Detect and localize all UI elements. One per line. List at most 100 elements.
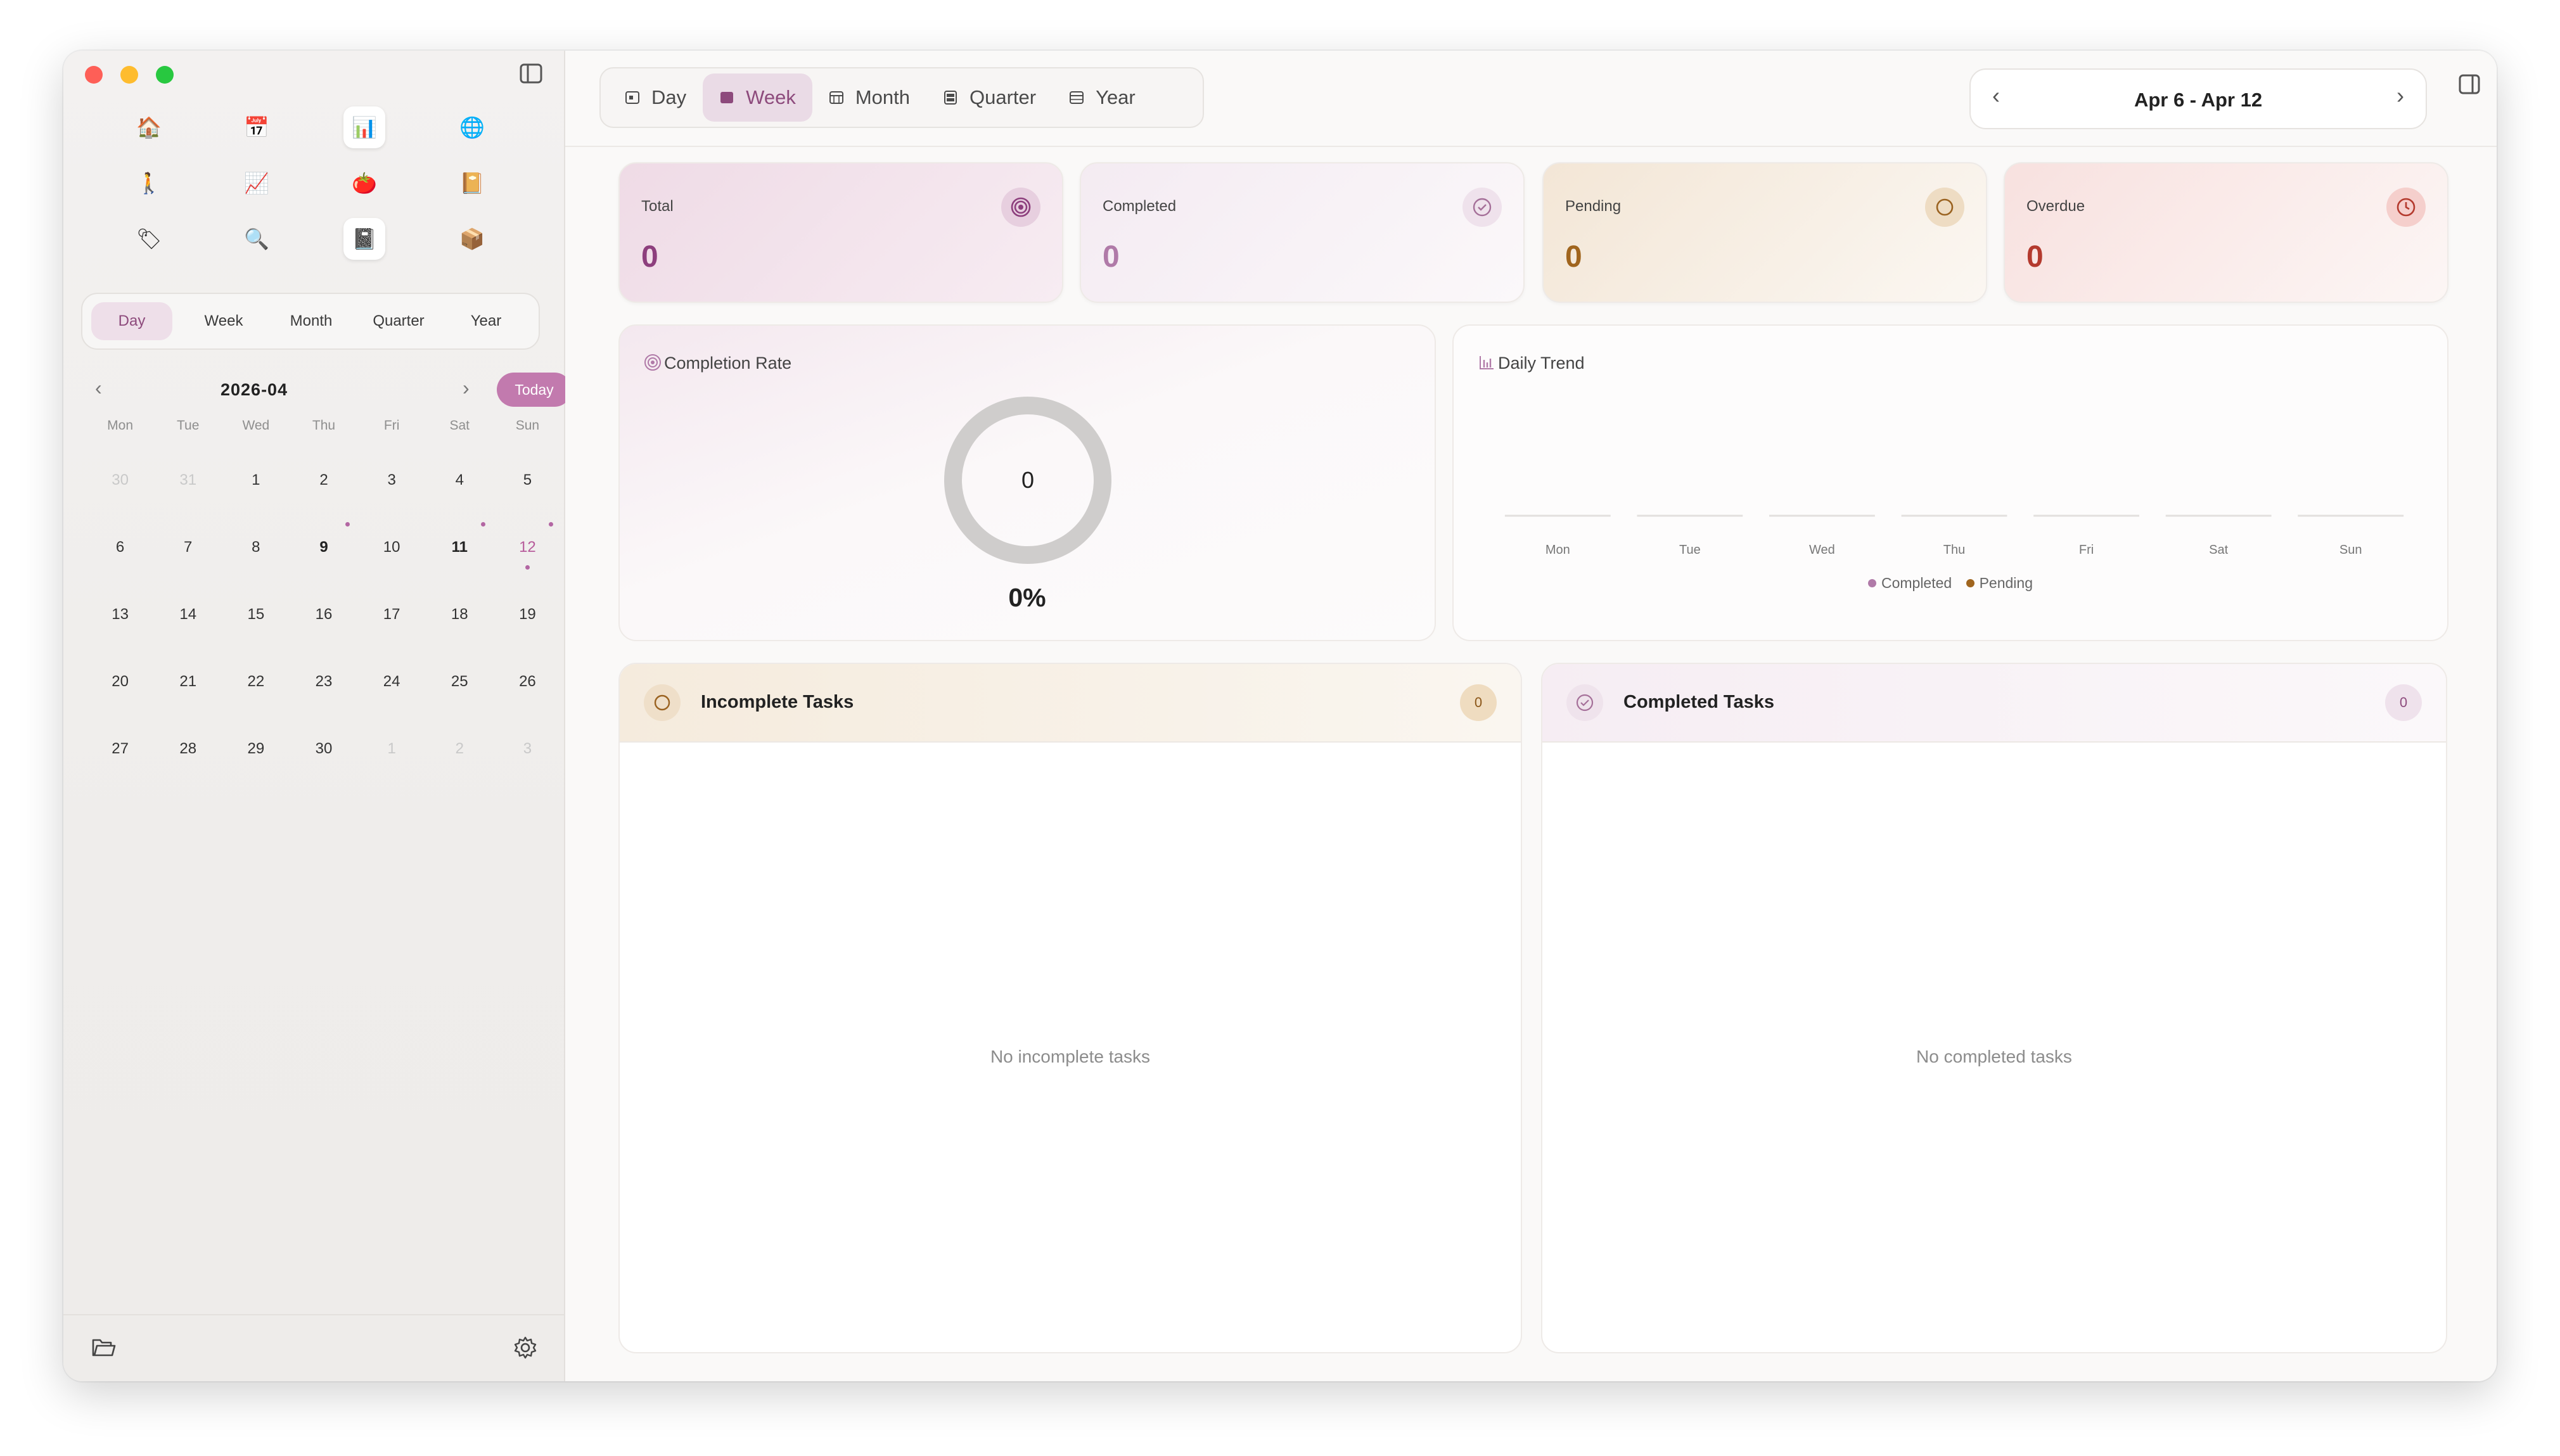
trend-chart-icon[interactable]: 📈	[236, 162, 278, 204]
calendar-day[interactable]: 1	[358, 725, 426, 792]
next-month-button[interactable]: ›	[463, 376, 470, 400]
calendar-icon[interactable]: 📅	[236, 106, 278, 148]
sidebar-period-month[interactable]: Month	[267, 302, 355, 340]
calendar-day[interactable]: 30	[86, 456, 154, 523]
calendar-day[interactable]: 31	[154, 456, 222, 523]
stat-label: Overdue	[2026, 198, 2085, 215]
clock-icon	[2386, 188, 2426, 227]
day-number: 2	[319, 471, 328, 489]
panel-title: Incomplete Tasks	[701, 692, 854, 712]
calendar-day[interactable]: 14	[154, 591, 222, 658]
day-number: 19	[519, 606, 536, 623]
sidebar-period-year[interactable]: Year	[442, 302, 530, 340]
calendar-day[interactable]: 27	[86, 725, 154, 792]
magnifier-icon[interactable]: 🔍	[236, 218, 278, 260]
calendar-day[interactable]: 7	[154, 523, 222, 591]
legend-item-pending: Pending	[1966, 575, 2033, 592]
calendar-day[interactable]: 21	[154, 658, 222, 725]
next-range-button[interactable]: ›	[2397, 82, 2404, 109]
calendar-day[interactable]: 22	[222, 658, 290, 725]
completed-stat-card: Completed 0	[1080, 162, 1525, 303]
calendar-day[interactable]: 18	[426, 591, 494, 658]
today-button[interactable]: Today	[497, 373, 572, 407]
calendar-day[interactable]: 4	[426, 456, 494, 523]
period-tab-quarter[interactable]: Quarter	[926, 73, 1053, 122]
sidebar-footer	[63, 1314, 564, 1381]
calendar-month-title: 2026-04	[221, 380, 288, 399]
icon-grid-cell: 🚶	[95, 163, 203, 203]
calendar-day[interactable]: 3	[494, 725, 561, 792]
day-number: 9	[319, 539, 328, 556]
weekday-label: Wed	[242, 418, 270, 433]
chart-legend: Completed Pending	[1454, 574, 2447, 592]
stat-value: 0	[1103, 240, 1120, 274]
sidebar-period-day[interactable]: Day	[91, 302, 172, 340]
folder-icon[interactable]	[91, 1337, 117, 1358]
period-tab-week[interactable]: Week	[703, 73, 812, 122]
day-number: 22	[247, 673, 265, 690]
calendar-day[interactable]: 3	[358, 456, 426, 523]
target-icon	[1001, 188, 1040, 227]
calendar-day[interactable]: 6	[86, 523, 154, 591]
tag-icon[interactable]: 🏷	[128, 218, 170, 260]
day-number: 1	[387, 740, 396, 757]
calendar-day[interactable]: 5	[494, 456, 561, 523]
day-number: 7	[184, 539, 193, 556]
calendar-day[interactable]: 9	[290, 522, 357, 591]
gear-icon[interactable]	[513, 1336, 537, 1360]
calendar-day[interactable]: 1	[222, 456, 290, 523]
tomato-icon[interactable]: 🍅	[343, 162, 385, 204]
calendar-day[interactable]: 11	[426, 522, 494, 591]
calendar-day[interactable]: 17	[358, 591, 426, 658]
calendar-day[interactable]: 15	[222, 591, 290, 658]
calendar-day[interactable]: 24	[358, 658, 426, 725]
calendar-day[interactable]: 16	[290, 591, 357, 658]
app-icon-grid: 🏠 📅 📊 🌐 🚶 📈 🍅 📔 🏷 🔍 📓 📦	[95, 106, 526, 260]
box-icon[interactable]: 📦	[451, 218, 493, 260]
panel-header: Incomplete Tasks 0	[620, 664, 1521, 743]
previous-month-button[interactable]: ‹	[95, 376, 102, 400]
zoom-window-button[interactable]	[156, 66, 174, 84]
day-number: 3	[387, 471, 396, 489]
calendar-day[interactable]: 19	[494, 591, 561, 658]
calendar-day[interactable]: 2	[426, 725, 494, 792]
calendar-day[interactable]: 25	[426, 658, 494, 725]
close-window-button[interactable]	[85, 66, 103, 84]
globe-icon[interactable]: 🌐	[451, 106, 493, 148]
period-tab-label: Day	[651, 86, 687, 108]
period-tab-day[interactable]: Day	[608, 73, 703, 122]
period-tab-year[interactable]: Year	[1053, 73, 1152, 122]
journal-icon[interactable]: 📓	[343, 218, 385, 260]
bar-chart-icon[interactable]: 📊	[343, 106, 385, 148]
icon-grid-cell: 🍅	[310, 163, 418, 203]
x-tick-label: Thu	[1943, 543, 1965, 557]
notebook-icon[interactable]: 📔	[451, 162, 493, 204]
right-panel-toggle-icon[interactable]	[2459, 73, 2480, 95]
day-number: 23	[315, 673, 333, 690]
minimize-window-button[interactable]	[120, 66, 138, 84]
calendar-day[interactable]: 20	[86, 658, 154, 725]
calendar-day[interactable]: 8	[222, 523, 290, 591]
calendar-day[interactable]: 2	[290, 456, 357, 523]
stat-value: 0	[2026, 240, 2044, 274]
calendar-day[interactable]: 26	[494, 658, 561, 725]
calendar-day[interactable]: 23	[290, 658, 357, 725]
calendar-day[interactable]: 10	[358, 523, 426, 591]
weekday-label: Thu	[312, 418, 336, 433]
panel-header: Completed Tasks 0	[1542, 664, 2446, 743]
donut-center-value: 0	[1021, 467, 1035, 493]
day-number: 12	[519, 539, 536, 556]
calendar-day[interactable]: 30	[290, 725, 357, 792]
circle-icon	[1925, 188, 1964, 227]
calendar-day[interactable]: 29	[222, 725, 290, 792]
period-tab-month[interactable]: Month	[812, 73, 926, 122]
sidebar-period-quarter[interactable]: Quarter	[355, 302, 442, 340]
home-icon[interactable]: 🏠	[128, 106, 170, 148]
calendar-day[interactable]: 28	[154, 725, 222, 792]
sidebar-toggle-icon[interactable]	[520, 63, 542, 84]
walking-person-icon[interactable]: 🚶	[128, 162, 170, 204]
calendar-day[interactable]: 12	[494, 522, 561, 591]
calendar-day[interactable]: 13	[86, 591, 154, 658]
month-calendar-icon	[829, 91, 843, 104]
sidebar-period-week[interactable]: Week	[180, 302, 267, 340]
